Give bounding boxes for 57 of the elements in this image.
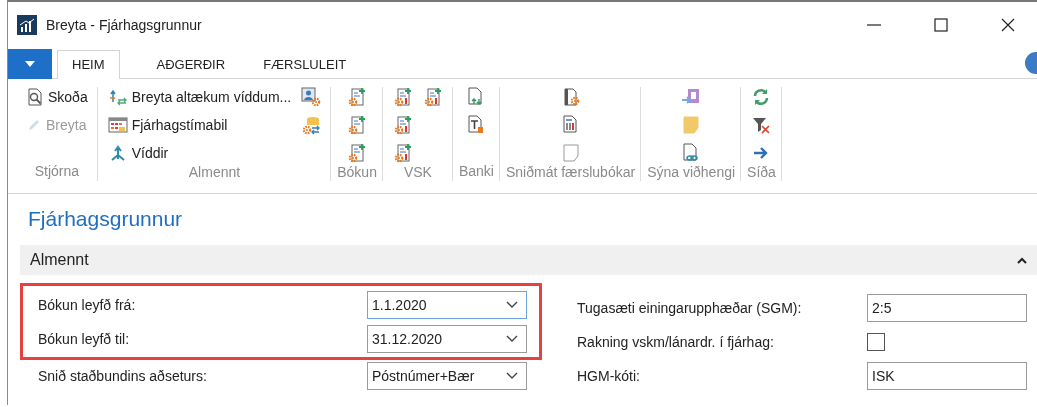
ribbon-button[interactable]: Breyta altækum víddum... bbox=[105, 86, 294, 108]
ribbon-button[interactable]: Fjárhagstímabil bbox=[105, 114, 294, 136]
section-header[interactable]: Almennt bbox=[20, 245, 1037, 275]
document-gear-icon bbox=[392, 87, 413, 107]
chevron-down-icon bbox=[506, 334, 518, 343]
dropdown-field[interactable]: 1.1.2020 bbox=[367, 290, 527, 319]
note-icon bbox=[560, 143, 581, 163]
field-label: Bókun leyfð til: bbox=[38, 330, 130, 347]
ribbon-button[interactable]: Skoða bbox=[24, 86, 90, 108]
collapse-caret-icon bbox=[1017, 256, 1027, 264]
document-gear-icon bbox=[422, 87, 443, 107]
close-icon bbox=[1001, 17, 1015, 32]
note-icon bbox=[681, 115, 702, 135]
document-gear-icon bbox=[347, 115, 368, 135]
ribbon-group-label: Almennt bbox=[187, 164, 242, 182]
document-gear-icon bbox=[347, 87, 368, 107]
calendar-icon bbox=[107, 116, 128, 134]
caret-icon bbox=[25, 61, 35, 67]
page-title: Fjárhagsgrunnur bbox=[28, 206, 184, 232]
ribbon-group-label: VSK bbox=[402, 164, 433, 182]
field-label: Bókun leyfð frá: bbox=[38, 296, 136, 313]
chevron-down-icon bbox=[506, 300, 518, 309]
magnifier-icon bbox=[26, 88, 44, 106]
menu-button[interactable] bbox=[8, 49, 52, 79]
arrows-icon bbox=[107, 88, 128, 106]
database-gear-icon bbox=[301, 115, 322, 135]
app-logo-icon bbox=[17, 14, 37, 35]
chevron-down-icon bbox=[506, 371, 518, 380]
text-field[interactable]: ISK bbox=[867, 361, 1027, 390]
minimize-icon bbox=[867, 23, 881, 26]
maximize-icon bbox=[934, 17, 948, 32]
field-label: HGM-kóti: bbox=[577, 367, 640, 384]
person-gear-icon bbox=[301, 87, 322, 107]
ribbon-group-label: Bókun bbox=[336, 164, 378, 182]
ribbon-tab[interactable]: HEIM bbox=[57, 50, 120, 79]
pencil-icon bbox=[26, 117, 42, 133]
ribbon-group-label: Sniðmát færslubókar bbox=[504, 164, 637, 182]
dropdown-field[interactable]: 31.12.2020 bbox=[367, 324, 527, 353]
checkbox[interactable] bbox=[867, 332, 885, 351]
ribbon-group-label: Síða bbox=[746, 164, 777, 182]
ribbon-group-label: Sýna viðhengi bbox=[646, 164, 737, 182]
ribbon-button[interactable]: Víddir bbox=[105, 142, 294, 164]
window-title: Breyta - Fjárhagsgrunnur bbox=[46, 16, 203, 33]
clear-filter-icon bbox=[751, 115, 772, 135]
ribbon-group-label: Stjórna bbox=[33, 163, 81, 181]
document-gear-icon bbox=[347, 143, 368, 163]
field-label: Tugasæti einingarupphæðar (SGM): bbox=[577, 299, 802, 316]
document-gear-icon bbox=[392, 143, 413, 163]
document-gear-icon bbox=[392, 115, 413, 135]
field-label: Rakning vskm/lánardr. í fjárhag: bbox=[577, 333, 774, 350]
ribbon-tab[interactable]: AÐGERÐIR bbox=[139, 50, 243, 79]
section-title: Almennt bbox=[30, 251, 89, 269]
ribbon-group-label: Banki bbox=[457, 163, 495, 181]
field-label: Snið staðbundins aðseturs: bbox=[38, 367, 207, 384]
dropdown-field[interactable]: Póstnúmer+Bær bbox=[367, 361, 527, 390]
ribbon-tab[interactable]: FÆRSLULEIT bbox=[246, 50, 364, 79]
text-field[interactable]: 2:5 bbox=[867, 293, 1027, 322]
